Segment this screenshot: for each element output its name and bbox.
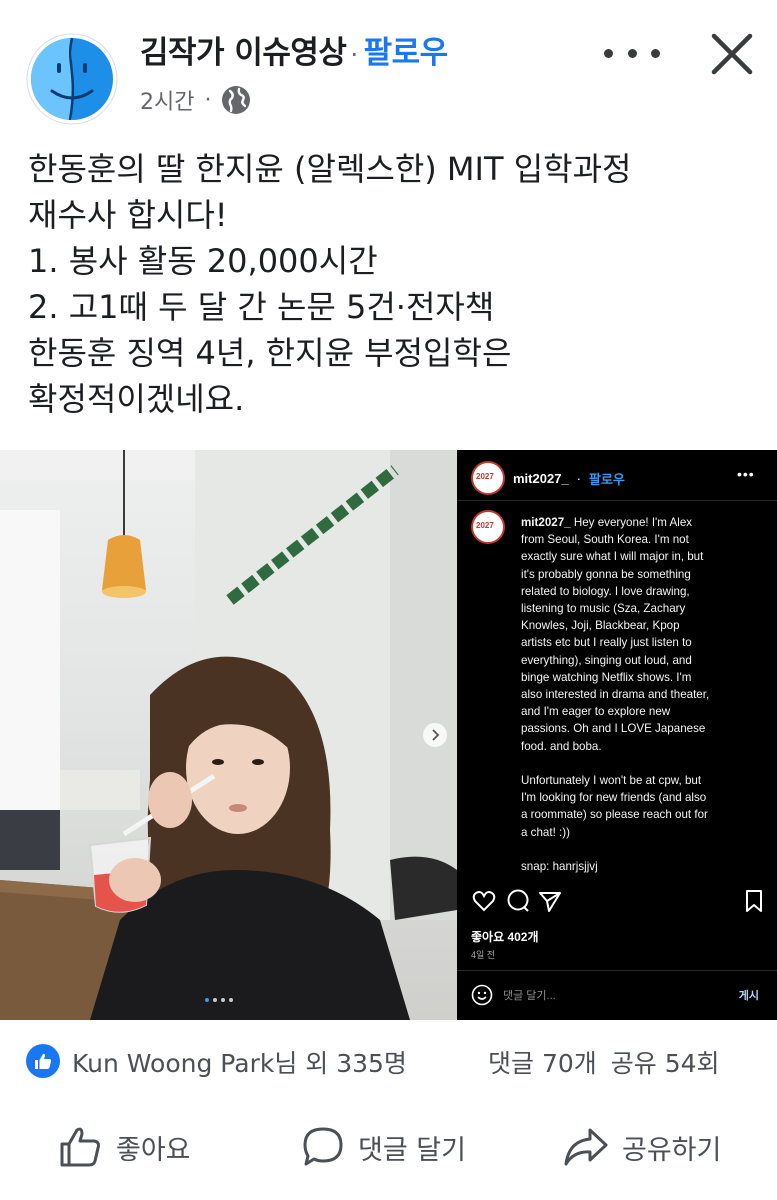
instagram-panel: mit2027_ · 팔로우 ••• mit2027_ Hey everyone…: [457, 450, 777, 1020]
instagram-comment-input[interactable]: 댓글 달기...: [503, 987, 556, 1003]
mit-2027-logo: [471, 510, 505, 544]
comment-icon[interactable]: [505, 888, 531, 914]
instagram-divider: [457, 500, 777, 501]
carousel-dots: [205, 998, 233, 1002]
comment-label: 댓글 달기: [358, 1134, 466, 1166]
bookmark-icon[interactable]: [743, 888, 765, 914]
instagram-more-icon[interactable]: •••: [737, 466, 755, 482]
heart-icon[interactable]: [471, 888, 497, 914]
more-dot: [627, 48, 637, 58]
more-dot: [651, 48, 660, 58]
instagram-username[interactable]: mit2027_: [513, 471, 569, 486]
emoji-icon[interactable]: [471, 984, 493, 1006]
post-line: 재수사 합시다!: [28, 196, 228, 234]
like-label: 좋아요: [116, 1134, 191, 1166]
author-separator: ·: [350, 41, 358, 69]
photo-illustration: [0, 450, 457, 1020]
page-avatar[interactable]: [26, 33, 118, 125]
thumbs-up-icon: [35, 1053, 52, 1069]
share-count[interactable]: 공유 54회: [611, 1049, 720, 1078]
like-button[interactable]: 좋아요: [58, 1124, 191, 1170]
carousel-dot: [221, 998, 225, 1002]
instagram-time: 4일 전: [471, 950, 496, 960]
post-author: 김작가 이슈영상 · 팔로우: [140, 27, 448, 72]
post-body: 한동훈의 딸 한지윤 (알렉스한) MIT 입학과정 재수사 합시다! 1. 봉…: [28, 146, 763, 422]
instagram-post-button[interactable]: 게시: [739, 987, 759, 1003]
instagram-separator: ·: [576, 470, 581, 486]
close-icon[interactable]: [706, 28, 758, 80]
comment-bubble-icon: [303, 1127, 343, 1166]
post-image[interactable]: mit2027_ · 팔로우 ••• mit2027_ Hey everyone…: [0, 450, 777, 1020]
comment-button[interactable]: 댓글 달기: [300, 1124, 466, 1170]
instagram-header: mit2027_ · 팔로우: [471, 461, 625, 495]
share-arrow-icon: [564, 1128, 608, 1166]
caption-username[interactable]: mit2027_: [521, 516, 571, 529]
post-timestamp[interactable]: 2시간: [140, 84, 194, 116]
chevron-right-icon: [432, 729, 440, 741]
carousel-dot: [213, 998, 217, 1002]
post-line: 1. 봉사 활동 20,000시간: [28, 242, 378, 280]
follow-button[interactable]: 팔로우: [364, 35, 449, 71]
more-dot: [604, 48, 613, 58]
instagram-divider: [457, 970, 777, 971]
comment-count[interactable]: 댓글 70개: [488, 1049, 597, 1078]
caption-body: Hey everyone! I'm Alex from Seoul, South…: [521, 516, 710, 874]
reaction-summary: Kun Woong Park님 외 335명 댓글 70개 공유 54회: [0, 1032, 777, 1088]
instagram-action-icons: [471, 888, 767, 914]
post-line: 한동훈의 딸 한지윤 (알렉스한) MIT 입학과정: [28, 150, 632, 188]
instagram-photo: [0, 450, 457, 1020]
reactors-text[interactable]: Kun Woong Park님 외 335명: [72, 1044, 407, 1080]
instagram-comment-bar[interactable]: 댓글 달기... 게시: [471, 982, 767, 1008]
post-header: 김작가 이슈영상 · 팔로우 2시간 ·: [0, 0, 777, 130]
author-name[interactable]: 김작가 이슈영상: [140, 35, 347, 71]
post-action-bar: 좋아요 댓글 달기 공유하기: [0, 1110, 777, 1186]
share-label: 공유하기: [622, 1134, 722, 1166]
post-meta: 2시간 ·: [140, 84, 251, 116]
more-horizontal-icon[interactable]: [604, 40, 660, 66]
instagram-caption-text: mit2027_ Hey everyone! I'm Alex from Seo…: [521, 514, 767, 875]
mit-2027-logo: [471, 461, 505, 495]
meta-separator: ·: [204, 87, 212, 113]
post-line: 확정적이겠네요.: [28, 380, 245, 418]
carousel-dot: [229, 998, 233, 1002]
globe-icon: [222, 86, 251, 114]
post-line: 2. 고1때 두 달 간 논문 5건·전자책: [28, 288, 495, 326]
instagram-follow-button[interactable]: 팔로우: [589, 469, 625, 488]
instagram-likes[interactable]: 좋아요 402개: [471, 928, 539, 945]
thumbs-up-icon: [60, 1127, 100, 1167]
send-icon[interactable]: [537, 888, 563, 914]
post-line: 한동훈 징역 4년, 한지윤 부정입학은: [28, 334, 512, 372]
share-button[interactable]: 공유하기: [562, 1124, 721, 1170]
carousel-dot: [205, 998, 209, 1002]
engagement-counts: 댓글 70개 공유 54회: [488, 1044, 720, 1080]
carousel-next-button[interactable]: [423, 723, 447, 747]
like-reaction-icon: [26, 1044, 60, 1078]
